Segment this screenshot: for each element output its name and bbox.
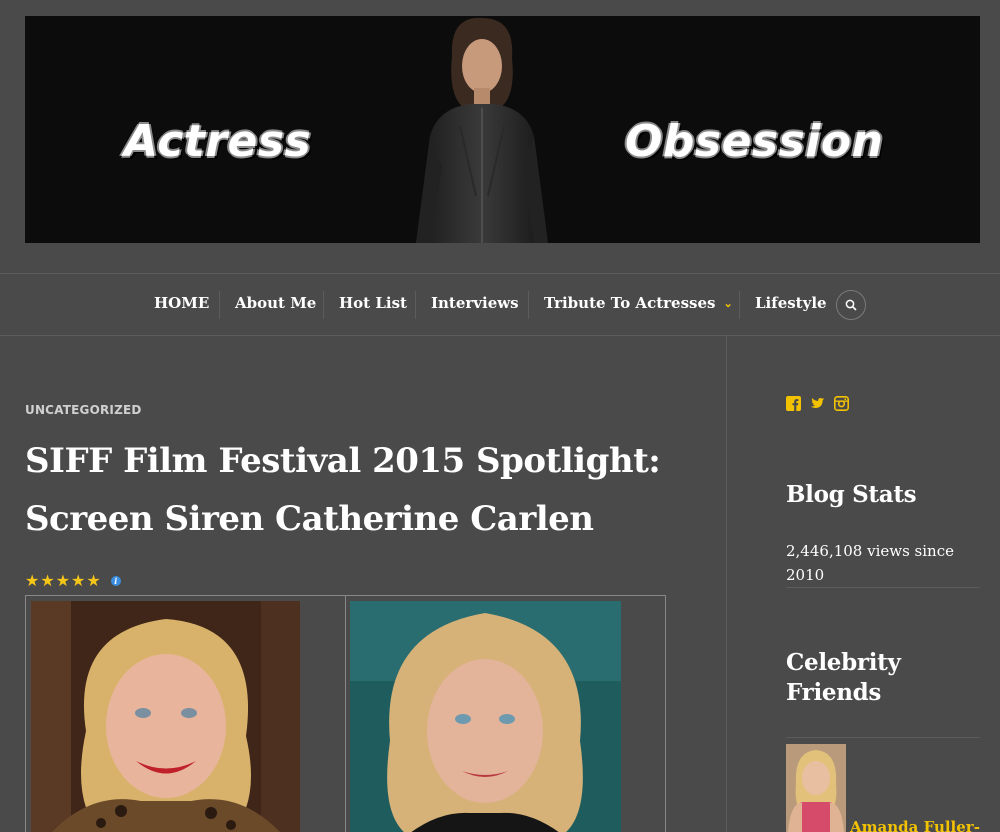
twitter-icon[interactable] [810,396,825,411]
banner-figure-image [416,17,548,243]
search-button[interactable] [836,290,866,320]
post-category-link[interactable]: UNCATEGORIZED [25,403,142,417]
blog-stats-views: 2,446,108 views since 2010 [786,542,954,584]
friend-link-amanda-fuller[interactable]: Amanda Fuller- [850,818,980,832]
post-photo-table [25,595,666,832]
blog-stats-title: Blog Stats [786,481,917,508]
portrait-image [350,601,621,832]
nav-divider-bottom [0,335,1000,336]
friend-thumbnail[interactable] [786,744,846,832]
portrait-image [31,601,300,832]
main-navigation: HOME About Me Hot List Interviews Tribut… [0,274,1000,335]
post-photo-1[interactable] [31,601,300,832]
facebook-icon[interactable] [786,396,801,411]
header-banner[interactable]: Actress Obsession [25,16,980,243]
nav-item-label: Tribute To Actresses [544,294,716,312]
nav-item-tribute-to-actresses[interactable]: Tribute To Actresses ⌄ [544,294,733,312]
search-icon [845,299,857,311]
friend-photo-image [786,744,846,832]
nav-separator [528,291,529,319]
star-rating[interactable]: ★ ★ ★ ★ ★ i [25,573,121,589]
star-icon[interactable]: ★ [56,573,70,589]
star-icon[interactable]: ★ [25,573,39,589]
social-links [786,396,849,411]
celebrity-friends-title: Celebrity Friends [786,649,901,706]
nav-item-about-me[interactable]: About Me [235,294,316,312]
nav-item-lifestyle[interactable]: Lifestyle [755,294,827,312]
nav-item-hot-list[interactable]: Hot List [339,294,407,312]
widget-divider [786,737,980,738]
star-icon[interactable]: ★ [40,573,54,589]
nav-separator [323,291,324,319]
banner-title-left: Actress [124,116,312,167]
nav-separator [739,291,740,319]
nav-item-interviews[interactable]: Interviews [431,294,519,312]
star-icon[interactable]: ★ [71,573,85,589]
instagram-icon[interactable] [834,396,849,411]
star-icon[interactable]: ★ [86,573,100,589]
nav-item-home[interactable]: HOME [154,294,209,312]
nav-separator [415,291,416,319]
widget-divider [786,587,980,588]
chevron-down-icon: ⌄ [723,297,733,310]
post-title[interactable]: SIFF Film Festival 2015 Spotlight: Scree… [25,432,715,548]
sidebar-divider [726,336,727,832]
banner-title-right: Obsession [625,116,884,167]
post-photo-2[interactable] [350,601,621,832]
nav-separator [219,291,220,319]
photo-divider [345,596,346,832]
info-icon[interactable]: i [110,576,121,586]
